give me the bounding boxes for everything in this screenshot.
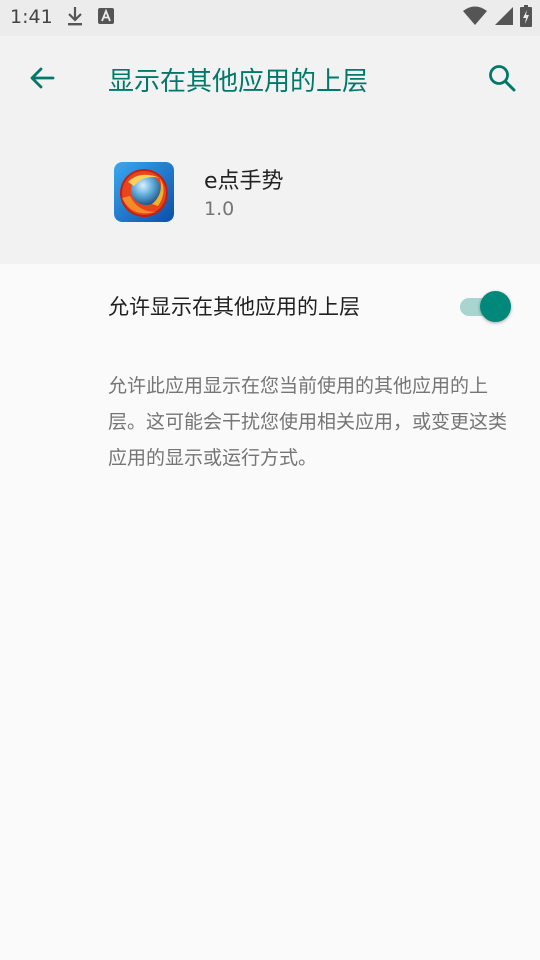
- status-bar: 1:41: [0, 0, 540, 36]
- status-time: 1:41: [10, 6, 53, 28]
- permission-description: 允许此应用显示在您当前使用的其他应用的上层。这可能会干扰您使用相关应用，或变更这…: [108, 375, 508, 469]
- cellular-signal-icon: [494, 6, 514, 30]
- top-area: 显示在其他应用的上层 e点手势 1.0: [0, 36, 540, 264]
- search-icon: [489, 65, 516, 92]
- download-icon: [66, 6, 84, 30]
- app-version: 1.0: [204, 198, 235, 220]
- switch-label: 允许显示在其他应用的上层: [108, 295, 360, 319]
- back-button[interactable]: [24, 60, 60, 96]
- toggle-thumb[interactable]: [480, 291, 511, 322]
- app-header: e点手势 1.0: [0, 156, 540, 226]
- page-title: 显示在其他应用的上层: [108, 67, 369, 97]
- status-left-icons: [66, 7, 114, 29]
- allow-overlay-switch-row[interactable]: 允许显示在其他应用的上层: [0, 264, 540, 348]
- arrow-left-icon: [30, 67, 55, 89]
- app-name: e点手势: [204, 169, 284, 194]
- allow-overlay-toggle[interactable]: [460, 291, 512, 322]
- app-logo-icon: [114, 162, 174, 222]
- status-right-icons: [462, 5, 532, 31]
- battery-charging-icon: [520, 5, 532, 31]
- search-button[interactable]: [484, 60, 520, 96]
- wifi-icon: [462, 6, 488, 30]
- a-notification-icon: [98, 8, 114, 28]
- screen: 1:41 显示在其他应用的上层 e点手势 1.0 允许显示在其他应用的上层 允许…: [0, 0, 540, 960]
